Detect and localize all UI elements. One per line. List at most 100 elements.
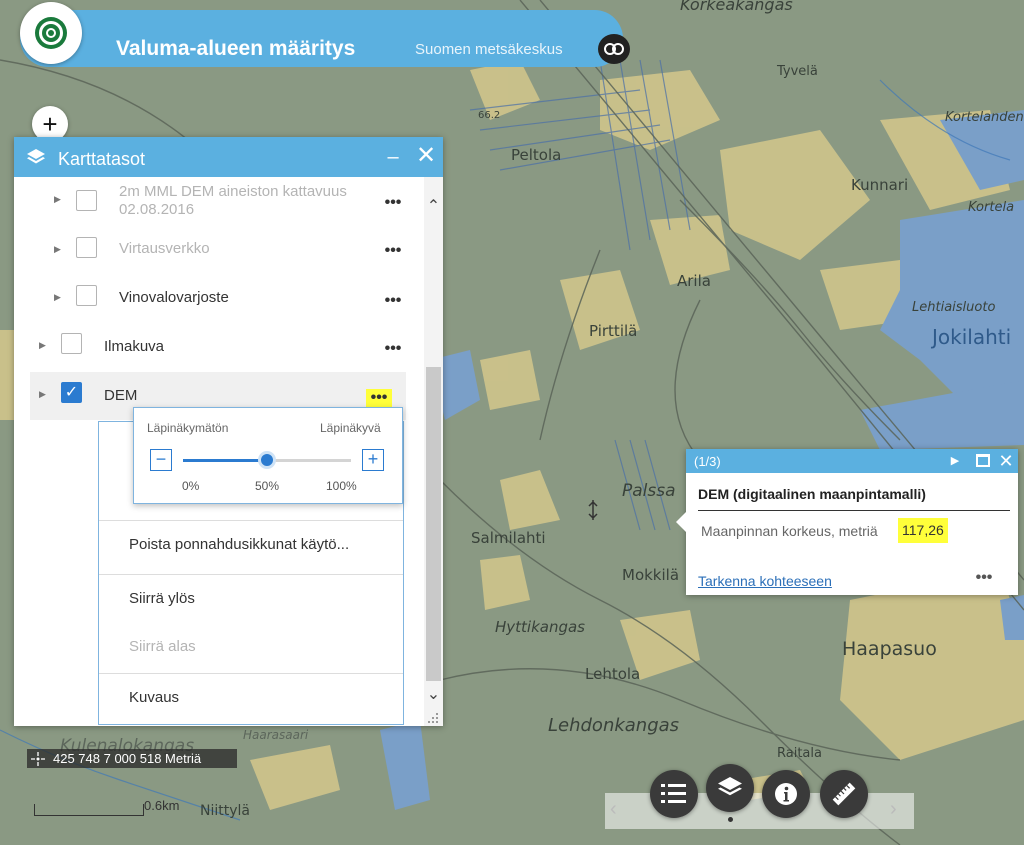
map-label: 66.2 bbox=[478, 110, 501, 121]
expand-caret-icon[interactable]: ▶ bbox=[54, 192, 64, 206]
toolbar-prev-icon[interactable]: ‹ bbox=[610, 797, 626, 821]
popup-header: (1/3) ▶ ✕ bbox=[686, 449, 1018, 473]
more-options-icon[interactable]: ••• bbox=[380, 292, 406, 312]
layer-row[interactable]: ▶ Ilmakuva ••• bbox=[14, 323, 406, 371]
map-label: Arila bbox=[677, 272, 711, 290]
toolbar-next-icon[interactable]: › bbox=[890, 797, 906, 821]
close-button[interactable]: ✕ bbox=[414, 141, 438, 171]
layer-checkbox-checked[interactable]: ✓ bbox=[61, 382, 82, 403]
layers-icon bbox=[27, 149, 45, 164]
scale-label: 0.6km bbox=[144, 798, 180, 813]
menu-item-description[interactable]: Kuvaus bbox=[99, 673, 403, 721]
resize-grip-icon[interactable] bbox=[428, 711, 440, 723]
panel-title: Karttatasot bbox=[58, 149, 146, 169]
minimize-button[interactable]: – bbox=[384, 143, 402, 171]
map-label: Kortelandenn bbox=[945, 110, 1024, 125]
map-label: Palssa bbox=[622, 481, 676, 501]
opacity-slider-handle[interactable] bbox=[258, 451, 276, 469]
app-header: Valuma-alueen määritys Suomen metsäkesku… bbox=[20, 10, 630, 67]
map-label: Tyvelä bbox=[777, 64, 818, 79]
expand-caret-icon[interactable]: ▶ bbox=[54, 290, 64, 304]
menu-item-label: Siirrä ylös bbox=[129, 590, 195, 607]
layers-button[interactable] bbox=[706, 764, 754, 812]
layer-checkbox[interactable] bbox=[76, 237, 97, 258]
scroll-down-icon[interactable]: ⌄ bbox=[424, 685, 443, 705]
more-options-icon[interactable]: ••• bbox=[366, 389, 392, 409]
layer-row[interactable]: ▶ Virtausverkko ••• bbox=[14, 227, 406, 275]
more-options-icon[interactable]: ••• bbox=[972, 569, 996, 589]
map-label: Kortela bbox=[968, 200, 1015, 215]
logo bbox=[20, 2, 82, 64]
transparent-label: Läpinäkyvä bbox=[320, 421, 381, 435]
opaque-label: Läpinäkymätön bbox=[147, 421, 229, 435]
slider-tick-label: 0% bbox=[182, 479, 200, 493]
plus-icon: + bbox=[42, 109, 58, 139]
layer-checkbox[interactable] bbox=[76, 190, 97, 211]
scroll-up-icon[interactable]: ⌃ bbox=[424, 197, 443, 217]
map-label: Mokkilä bbox=[622, 566, 680, 584]
more-options-icon[interactable]: ••• bbox=[380, 340, 406, 360]
map-label: Jokilahti bbox=[932, 325, 1012, 349]
next-feature-icon[interactable]: ▶ bbox=[948, 451, 962, 471]
legend-icon bbox=[661, 784, 686, 803]
measure-icon bbox=[832, 782, 856, 806]
menu-item-move-down[interactable]: Siirrä alas bbox=[99, 623, 403, 671]
map-label: Korkeakangas bbox=[680, 0, 793, 14]
crosshair-icon bbox=[31, 752, 45, 766]
info-button[interactable] bbox=[762, 770, 810, 818]
target-logo-icon bbox=[35, 17, 67, 49]
map-label: Lehtiaisluoto bbox=[912, 300, 996, 315]
menu-item-move-up[interactable]: Siirrä ylös bbox=[99, 574, 403, 622]
app-title: Valuma-alueen määritys bbox=[116, 37, 356, 60]
layer-row[interactable]: ▶ 2m MML DEM aineiston kattavuus 02.08.2… bbox=[14, 177, 406, 227]
layers-icon bbox=[718, 777, 742, 796]
map-label: Lehdonkangas bbox=[548, 715, 680, 736]
slider-tick-label: 100% bbox=[326, 479, 357, 493]
scrollbar[interactable]: ⌃ ⌄ bbox=[424, 177, 443, 726]
popup-title: DEM (digitaalinen maanpintamalli) bbox=[698, 486, 926, 502]
coordinate-text: 425 748 7 000 518 Metriä bbox=[53, 751, 202, 766]
expand-caret-icon[interactable]: ▶ bbox=[39, 387, 49, 401]
menu-item-disable-popups[interactable]: Poista ponnahdusikkunat käytö... bbox=[99, 520, 403, 568]
feature-count: (1/3) bbox=[694, 454, 721, 469]
coordinate-display[interactable]: 425 748 7 000 518 Metriä bbox=[27, 749, 237, 768]
map-label: Haarasaari bbox=[243, 728, 309, 742]
decrease-opacity-button[interactable]: − bbox=[150, 449, 172, 471]
feature-info-popup: (1/3) ▶ ✕ DEM (digitaalinen maanpintamal… bbox=[676, 449, 1018, 595]
info-icon bbox=[775, 783, 797, 805]
map-label: Niittylä bbox=[200, 803, 250, 819]
scale-line bbox=[34, 804, 144, 816]
zoom-to-link[interactable]: Tarkenna kohteeseen bbox=[698, 573, 832, 589]
layer-checkbox[interactable] bbox=[76, 285, 97, 306]
layer-label: Ilmakuva bbox=[104, 338, 165, 355]
slider-tick-label: 50% bbox=[255, 479, 280, 493]
map-label: Salmilahti bbox=[471, 529, 546, 547]
map-label: Hyttikangas bbox=[495, 618, 585, 636]
link-icon bbox=[604, 43, 624, 55]
opacity-slider-fill bbox=[183, 459, 267, 462]
scroll-thumb[interactable] bbox=[426, 367, 441, 681]
maximize-icon[interactable] bbox=[976, 454, 990, 467]
increase-opacity-button[interactable]: + bbox=[362, 449, 384, 471]
layer-row[interactable]: ▶ Vinovalovarjoste ••• bbox=[14, 275, 406, 323]
opacity-popup: Läpinäkymätön Läpinäkyvä − + 0% 50% 100% bbox=[133, 407, 403, 504]
app-subtitle: Suomen metsäkeskus bbox=[415, 41, 563, 58]
layer-label: DEM bbox=[104, 387, 138, 404]
map-label: Raitala bbox=[777, 746, 822, 761]
map-label: Kunnari bbox=[851, 176, 909, 194]
more-options-icon[interactable]: ••• bbox=[380, 242, 406, 262]
field-label: Maanpinnan korkeus, metriä bbox=[701, 523, 878, 539]
layer-label: Vinovalovarjoste bbox=[119, 289, 229, 306]
share-link-button[interactable] bbox=[598, 34, 630, 64]
more-options-icon[interactable]: ••• bbox=[380, 194, 406, 214]
layer-checkbox[interactable] bbox=[61, 333, 82, 354]
layer-label: 2m MML DEM aineiston kattavuus 02.08.201… bbox=[119, 183, 347, 218]
measure-button[interactable] bbox=[820, 770, 868, 818]
expand-caret-icon[interactable]: ▶ bbox=[39, 338, 49, 352]
legend-button[interactable] bbox=[650, 770, 698, 818]
opacity-slider[interactable] bbox=[183, 451, 351, 469]
menu-item-label: Kuvaus bbox=[129, 689, 180, 706]
close-icon[interactable]: ✕ bbox=[997, 449, 1015, 473]
expand-caret-icon[interactable]: ▶ bbox=[54, 242, 64, 256]
panel-header: Karttatasot – ✕ bbox=[14, 137, 443, 177]
